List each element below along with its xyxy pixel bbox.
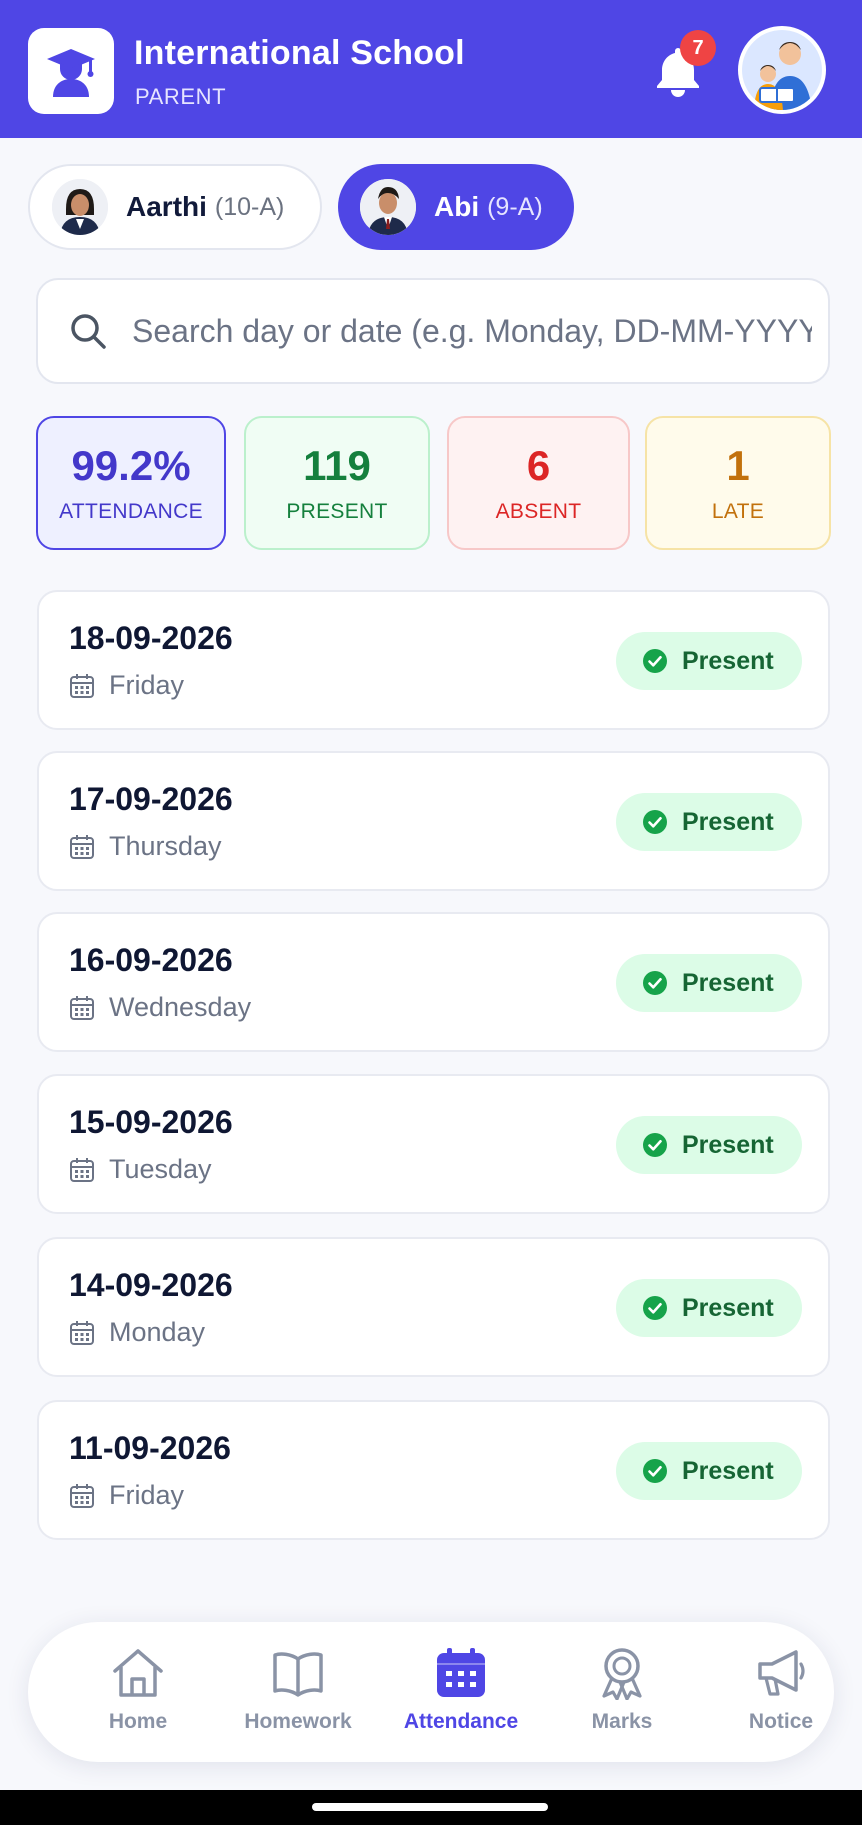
user-role: PARENT bbox=[135, 84, 227, 109]
record-day-row: Wednesday bbox=[69, 992, 251, 1023]
calendar-icon bbox=[70, 1157, 94, 1182]
app-header: International School PARENT 7 bbox=[0, 0, 862, 138]
record-day: Wednesday bbox=[109, 992, 252, 1022]
stat-absent: 6 ABSENT bbox=[447, 416, 630, 550]
nav-homework-label: Homework bbox=[244, 1710, 352, 1733]
status-badge: Present bbox=[616, 954, 802, 1012]
record-day: Friday bbox=[109, 1480, 185, 1510]
student-avatar bbox=[52, 179, 108, 235]
status-label: Present bbox=[682, 1293, 774, 1322]
student-avatar bbox=[360, 179, 416, 235]
notification-badge: 7 bbox=[680, 30, 716, 66]
absent-count: 6 bbox=[526, 442, 551, 489]
record-day-row: Monday bbox=[69, 1317, 205, 1348]
attendance-record[interactable]: 17-09-2026 Thursday Present bbox=[37, 751, 830, 891]
child-chip-abi[interactable]: Abi (9-A) bbox=[338, 164, 574, 250]
status-label: Present bbox=[682, 968, 774, 997]
status-label: Present bbox=[682, 1130, 774, 1159]
record-date: 18-09-2026 bbox=[69, 620, 233, 656]
stat-late: 1 LATE bbox=[645, 416, 831, 550]
status-badge: Present bbox=[616, 1442, 802, 1500]
attendance-record[interactable]: 11-09-2026 Friday Present bbox=[37, 1400, 830, 1540]
status-badge: Present bbox=[616, 632, 802, 690]
status-badge: Present bbox=[616, 1279, 802, 1337]
parent-child-avatar-icon bbox=[742, 30, 822, 110]
status-badge: Present bbox=[616, 793, 802, 851]
child-chip-aarthi[interactable]: Aarthi (10-A) bbox=[28, 164, 322, 250]
present-label: PRESENT bbox=[286, 500, 388, 523]
check-circle-icon bbox=[643, 971, 667, 995]
check-circle-icon bbox=[643, 1133, 667, 1157]
record-day: Friday bbox=[109, 670, 185, 700]
check-circle-icon bbox=[643, 1296, 667, 1320]
calendar-icon bbox=[70, 995, 94, 1020]
home-indicator[interactable] bbox=[312, 1803, 548, 1811]
record-day-row: Tuesday bbox=[69, 1154, 212, 1185]
nav-notice[interactable]: Notice bbox=[706, 1646, 856, 1746]
nav-attendance-label: Attendance bbox=[403, 1710, 519, 1733]
calendar-icon bbox=[70, 1320, 94, 1345]
child-name: Abi bbox=[434, 191, 480, 222]
attendance-record[interactable]: 16-09-2026 Wednesday Present bbox=[37, 912, 830, 1052]
record-day: Thursday bbox=[109, 831, 222, 861]
search-bar[interactable] bbox=[36, 278, 830, 384]
record-date: 15-09-2026 bbox=[69, 1104, 233, 1140]
school-name: International School bbox=[134, 34, 465, 72]
nav-notice-label: Notice bbox=[748, 1710, 814, 1733]
check-circle-icon bbox=[643, 649, 667, 673]
status-label: Present bbox=[682, 807, 774, 836]
absent-label: ABSENT bbox=[495, 500, 582, 523]
attendance-record[interactable]: 18-09-2026 Friday Present bbox=[37, 590, 830, 730]
attendance-percentage: 99.2% bbox=[71, 442, 191, 489]
nav-home[interactable]: Home bbox=[63, 1646, 213, 1746]
profile-avatar[interactable] bbox=[738, 26, 826, 114]
present-count: 119 bbox=[303, 442, 371, 489]
school-logo[interactable] bbox=[28, 28, 114, 114]
attendance-record[interactable]: 14-09-2026 Monday Present bbox=[37, 1237, 830, 1377]
nav-marks[interactable]: Marks bbox=[547, 1646, 697, 1746]
search-icon bbox=[71, 314, 106, 349]
check-circle-icon bbox=[643, 810, 667, 834]
calendar-icon bbox=[437, 1648, 485, 1697]
nav-attendance[interactable]: Attendance bbox=[386, 1646, 536, 1746]
stat-attendance: 99.2% ATTENDANCE bbox=[36, 416, 226, 550]
record-day-row: Thursday bbox=[69, 831, 222, 862]
attendance-record[interactable]: 15-09-2026 Tuesday Present bbox=[37, 1074, 830, 1214]
status-badge: Present bbox=[616, 1116, 802, 1174]
megaphone-icon bbox=[758, 1650, 805, 1696]
award-ribbon-icon bbox=[602, 1648, 642, 1700]
nav-home-label: Home bbox=[108, 1710, 168, 1733]
record-date: 16-09-2026 bbox=[69, 942, 233, 978]
child-class: (10-A) bbox=[214, 192, 285, 221]
graduate-icon bbox=[47, 49, 95, 97]
late-count: 1 bbox=[726, 442, 750, 489]
record-day-row: Friday bbox=[69, 1480, 184, 1511]
status-label: Present bbox=[682, 646, 774, 675]
home-icon bbox=[113, 1649, 163, 1697]
nav-marks-label: Marks bbox=[591, 1710, 653, 1733]
search-input[interactable] bbox=[132, 312, 812, 350]
calendar-icon bbox=[70, 834, 94, 859]
child-name: Aarthi bbox=[126, 191, 207, 222]
book-open-icon bbox=[273, 1652, 323, 1697]
check-circle-icon bbox=[643, 1459, 667, 1483]
bottom-navigation: Home Homework Attendance Marks Notice bbox=[28, 1622, 834, 1762]
record-day: Monday bbox=[109, 1317, 206, 1347]
calendar-icon bbox=[70, 1483, 94, 1508]
attendance-label: ATTENDANCE bbox=[59, 500, 203, 523]
child-class: (9-A) bbox=[487, 192, 543, 221]
status-label: Present bbox=[682, 1456, 774, 1485]
record-date: 17-09-2026 bbox=[69, 781, 233, 817]
late-label: LATE bbox=[711, 500, 765, 523]
nav-homework[interactable]: Homework bbox=[223, 1646, 373, 1746]
stat-present: 119 PRESENT bbox=[244, 416, 430, 550]
record-date: 11-09-2026 bbox=[69, 1430, 231, 1466]
record-date: 14-09-2026 bbox=[69, 1267, 233, 1303]
record-day-row: Friday bbox=[69, 670, 184, 701]
calendar-icon bbox=[70, 673, 94, 698]
record-day: Tuesday bbox=[109, 1154, 212, 1184]
